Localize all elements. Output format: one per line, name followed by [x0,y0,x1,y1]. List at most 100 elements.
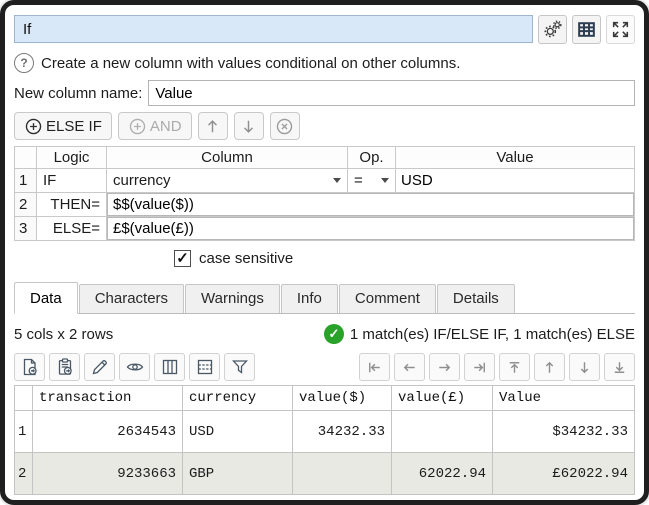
move-condition-up-button[interactable] [198,112,228,140]
grid-cell[interactable]: $34232.33 [493,411,635,453]
tab-info[interactable]: Info [281,284,338,313]
status-bar: 5 cols x 2 rows ✓ 1 match(es) IF/ELSE IF… [14,323,635,345]
grid-cell[interactable]: £62022.94 [493,453,635,495]
help-icon: ? [14,53,34,73]
grid-cell[interactable]: GBP [183,453,293,495]
logic-table: Logic Column Op. Value 1 IF currency = 2… [14,146,635,241]
filter-icon [230,357,250,377]
bottom-tab-bar: Data Characters Warnings Info Comment De… [14,282,635,314]
tab-characters[interactable]: Characters [79,284,184,313]
last-row-button[interactable] [604,353,635,381]
grid-cell[interactable] [293,453,392,495]
last-row-icon [610,358,629,377]
next-column-button[interactable] [429,353,460,381]
success-check-icon: ✓ [324,324,344,344]
row-header[interactable]: 2 [15,453,33,495]
delete-circle-icon [275,117,294,136]
description-row: ? Create a new column with values condit… [14,52,635,74]
first-column-button[interactable] [359,353,390,381]
column-header-transaction[interactable]: transaction [33,386,183,411]
plus-circle-icon [24,117,43,136]
add-and-label: AND [150,118,182,135]
expand-button[interactable] [606,15,635,44]
column-header-value-new[interactable]: Value [493,386,635,411]
chevron-down-icon [381,178,389,183]
grid-cell[interactable]: 34232.33 [293,411,392,453]
value-column-header: Value [396,147,635,169]
previous-column-button[interactable] [394,353,425,381]
table-view-button[interactable] [572,15,601,44]
export-file-button[interactable] [14,353,45,381]
grid-corner-header [15,386,33,411]
preview-button[interactable] [119,353,150,381]
data-grid: transaction currency value($) value(£) V… [14,385,635,495]
condition-actions: ELSE IF AND [14,112,635,140]
then-expression-input[interactable] [107,193,634,216]
transform-name-input[interactable] [14,15,533,43]
grid-cell[interactable] [392,411,493,453]
expand-icon [610,19,631,40]
tab-warnings[interactable]: Warnings [185,284,280,313]
down-arrow-icon [239,117,258,136]
row-number: 2 [15,193,37,217]
add-and-button[interactable]: AND [118,112,192,140]
grid-cell[interactable]: 9233663 [33,453,183,495]
filter-button[interactable] [224,353,255,381]
op-column-header: Op. [348,147,396,169]
else-expression-input[interactable] [107,217,634,240]
logic-corner-header [15,147,37,169]
next-row-button[interactable] [569,353,600,381]
column-header-value-gbp[interactable]: value(£) [392,386,493,411]
export-file-icon [20,357,40,377]
tab-data[interactable]: Data [14,282,78,314]
settings-button[interactable] [538,15,567,44]
logic-keyword-if: IF [37,169,107,193]
move-condition-down-button[interactable] [234,112,264,140]
table-icon [576,19,597,40]
grid-cell[interactable]: USD [183,411,293,453]
column-header-currency[interactable]: currency [183,386,293,411]
first-row-button[interactable] [499,353,530,381]
case-sensitive-checkbox[interactable]: ✓ [174,250,191,267]
tab-comment[interactable]: Comment [339,284,436,313]
add-else-if-label: ELSE IF [46,118,102,135]
new-column-row: New column name: [14,80,635,106]
column-select[interactable]: currency [107,169,348,193]
condition-value-input[interactable] [401,169,629,192]
grid-cell[interactable]: 62022.94 [392,453,493,495]
then-expression-cell [107,193,635,217]
grid-navigation [359,353,635,381]
row-number: 3 [15,217,37,241]
gears-icon [542,18,564,40]
row-view-button[interactable] [189,353,220,381]
next-column-icon [435,358,454,377]
match-status-text: 1 match(es) IF/ELSE IF, 1 match(es) ELSE [350,326,635,343]
last-column-button[interactable] [464,353,495,381]
grid-cell[interactable]: 2634543 [33,411,183,453]
grid-toolbar [14,353,635,381]
column-header-value-usd[interactable]: value($) [293,386,392,411]
logic-column-header: Logic [37,147,107,169]
new-column-label: New column name: [14,85,142,102]
delete-condition-button[interactable] [270,112,300,140]
row-header[interactable]: 1 [15,411,33,453]
first-column-icon [365,358,384,377]
new-column-input[interactable] [148,80,635,106]
columns-icon [160,357,180,377]
case-sensitive-label: case sensitive [199,250,293,267]
else-expression-cell [107,217,635,241]
operator-select[interactable]: = [348,169,396,193]
tab-details[interactable]: Details [437,284,515,313]
eye-icon [125,357,145,377]
previous-row-button[interactable] [534,353,565,381]
description-text: Create a new column with values conditio… [41,55,460,72]
edit-button[interactable] [84,353,115,381]
row-number: 1 [15,169,37,193]
column-view-button[interactable] [154,353,185,381]
grid-dimensions-text: 5 cols x 2 rows [14,326,113,343]
copy-clipboard-button[interactable] [49,353,80,381]
logic-keyword-then: THEN= [37,193,107,217]
add-else-if-button[interactable]: ELSE IF [14,112,112,140]
title-bar [14,14,635,44]
chevron-down-icon [333,178,341,183]
